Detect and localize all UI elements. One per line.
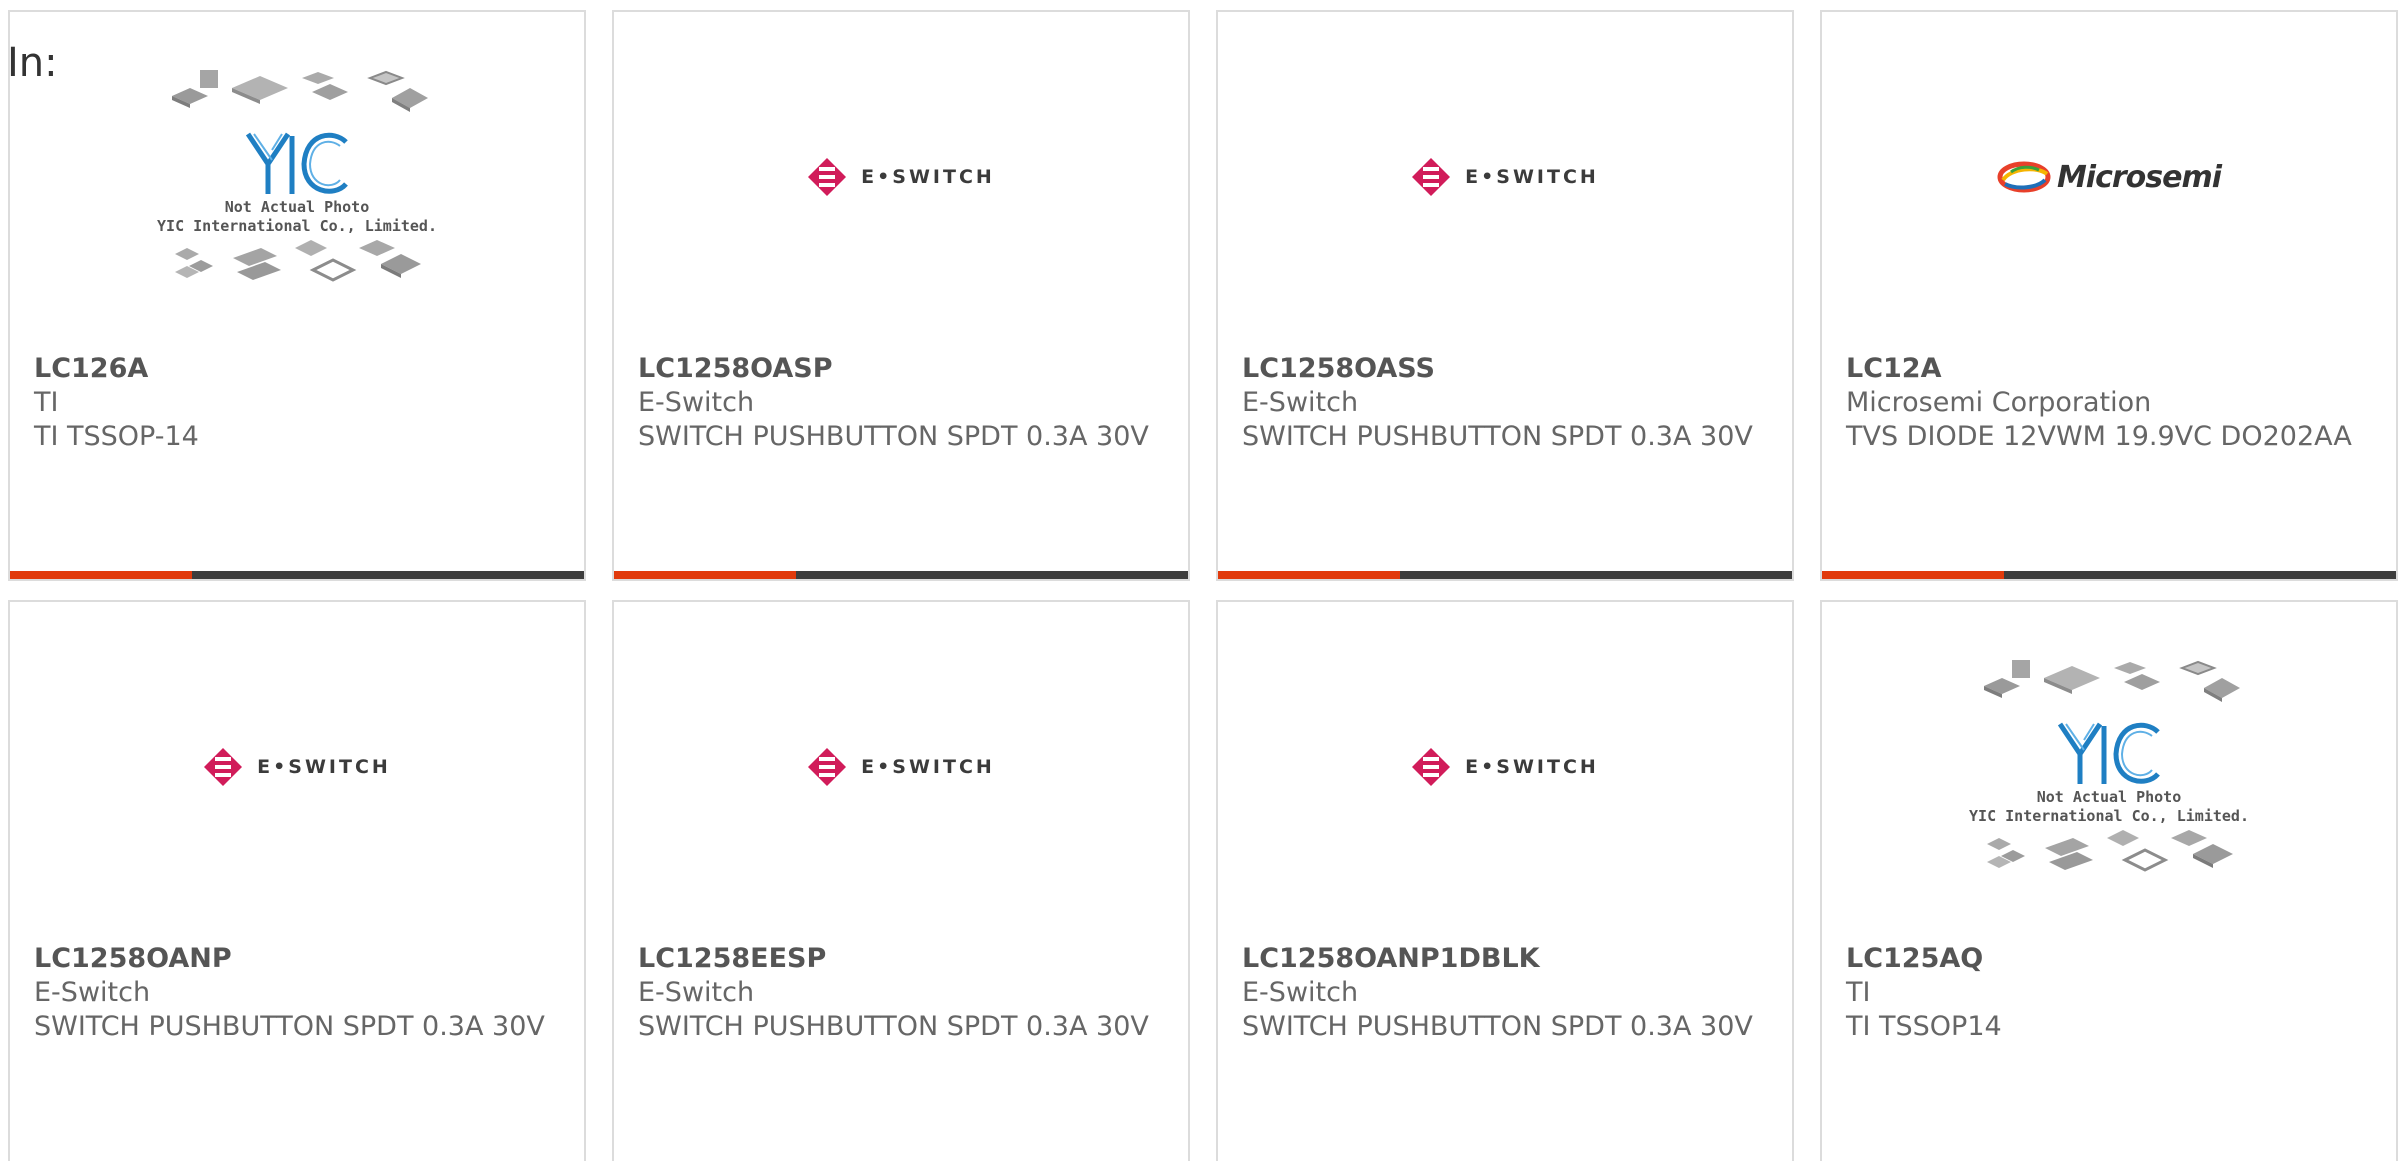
filter-label: In:	[7, 40, 58, 86]
placeholder-line-2: YIC International Co., Limited.	[1969, 807, 2249, 825]
product-image[interactable]: Not Actual Photo YIC International Co., …	[10, 12, 584, 342]
manufacturer: E-Switch	[1242, 977, 1359, 1008]
yic-logo-icon	[2057, 722, 2160, 784]
product-image[interactable]: Microsemi	[1822, 12, 2396, 342]
chip-cluster-top-icon	[1984, 660, 2240, 702]
product-card[interactable]: Microsemi LC12A Microsemi Corporation TV…	[1820, 10, 2398, 581]
placeholder-caption: Not Actual Photo YIC International Co., …	[157, 198, 437, 236]
microsemi-wordmark: Microsemi	[2056, 159, 2222, 195]
description: SWITCH PUSHBUTTON SPDT 0.3A 30V	[638, 421, 1149, 452]
eswitch-logo: E•SWITCH	[807, 747, 995, 787]
eswitch-diamond-icon	[204, 748, 243, 786]
eswitch-diamond-icon	[1412, 748, 1451, 786]
card-footer-accent	[1218, 571, 1400, 579]
eswitch-diamond-icon	[808, 748, 847, 786]
eswitch-wordmark: E•SWITCH	[1465, 166, 1599, 188]
description: TVS DIODE 12VWM 19.9VC DO202AA	[1846, 421, 2352, 452]
eswitch-wordmark: E•SWITCH	[861, 756, 995, 778]
product-info: LC125AQ TI TI TSSOP14	[1846, 942, 2376, 1044]
eswitch-logo: E•SWITCH	[1411, 747, 1599, 787]
product-info: LC1258EESP E-Switch SWITCH PUSHBUTTON SP…	[638, 942, 1168, 1044]
yic-placeholder-image: Not Actual Photo YIC International Co., …	[157, 66, 437, 288]
card-footer-bar	[1218, 571, 1792, 579]
product-image[interactable]: E•SWITCH	[1218, 602, 1792, 932]
chip-cluster-top-icon	[172, 70, 428, 112]
product-info: LC1258OANP E-Switch SWITCH PUSHBUTTON SP…	[34, 942, 564, 1044]
product-card[interactable]: E•SWITCH LC1258OANP1DBLK E-Switch SWITCH…	[1216, 600, 1794, 1161]
eswitch-logo: E•SWITCH	[807, 157, 995, 197]
description: SWITCH PUSHBUTTON SPDT 0.3A 30V	[638, 1011, 1149, 1042]
manufacturer: TI	[1846, 977, 1871, 1008]
card-footer-accent	[1822, 571, 2004, 579]
product-info: LC1258OASP E-Switch SWITCH PUSHBUTTON SP…	[638, 352, 1168, 454]
eswitch-wordmark: E•SWITCH	[861, 166, 995, 188]
product-info: LC12A Microsemi Corporation TVS DIODE 12…	[1846, 352, 2376, 454]
description: SWITCH PUSHBUTTON SPDT 0.3A 30V	[1242, 421, 1753, 452]
eswitch-diamond-icon	[808, 158, 847, 196]
product-card[interactable]: Not Actual Photo YIC International Co., …	[8, 10, 586, 581]
description: SWITCH PUSHBUTTON SPDT 0.3A 30V	[34, 1011, 545, 1042]
product-image[interactable]: E•SWITCH	[614, 12, 1188, 342]
placeholder-line-1: Not Actual Photo	[224, 198, 370, 216]
microsemi-swirl-icon	[1997, 161, 2051, 193]
chip-cluster-bottom-icon	[1987, 830, 2233, 872]
yic-logo-icon	[245, 132, 348, 194]
eswitch-logo: E•SWITCH	[1411, 157, 1599, 197]
product-image[interactable]: E•SWITCH	[1218, 12, 1792, 342]
manufacturer: E-Switch	[1242, 387, 1359, 418]
manufacturer: Microsemi Corporation	[1846, 387, 2152, 418]
product-info: LC1258OASS E-Switch SWITCH PUSHBUTTON SP…	[1242, 352, 1772, 454]
product-card[interactable]: E•SWITCH LC1258OASS E-Switch SWITCH PUSH…	[1216, 10, 1794, 581]
manufacturer: E-Switch	[638, 977, 755, 1008]
part-number[interactable]: LC12A	[1846, 352, 2376, 386]
card-footer-accent	[10, 571, 192, 579]
product-image[interactable]: E•SWITCH	[614, 602, 1188, 932]
yic-placeholder-image: Not Actual Photo YIC International Co., …	[1969, 656, 2249, 878]
eswitch-logo: E•SWITCH	[203, 747, 391, 787]
product-info: LC1258OANP1DBLK E-Switch SWITCH PUSHBUTT…	[1242, 942, 1772, 1044]
product-info: LC126A TI TI TSSOP-14	[34, 352, 564, 454]
eswitch-diamond-icon	[1412, 158, 1451, 196]
placeholder-line-2: YIC International Co., Limited.	[157, 217, 437, 235]
card-footer-bar	[1822, 571, 2396, 579]
part-number[interactable]: LC125AQ	[1846, 942, 2376, 976]
product-image[interactable]: Not Actual Photo YIC International Co., …	[1822, 602, 2396, 932]
microsemi-logo: Microsemi	[1997, 159, 2222, 195]
part-number[interactable]: LC1258OANP1DBLK	[1242, 942, 1772, 976]
placeholder-caption: Not Actual Photo YIC International Co., …	[1969, 788, 2249, 826]
product-card[interactable]: Not Actual Photo YIC International Co., …	[1820, 600, 2398, 1161]
manufacturer: E-Switch	[34, 977, 151, 1008]
product-grid-page: In: Not Actual Photo YIC International C…	[0, 0, 2400, 1161]
placeholder-line-1: Not Actual Photo	[2036, 788, 2182, 806]
part-number[interactable]: LC1258EESP	[638, 942, 1168, 976]
eswitch-wordmark: E•SWITCH	[257, 756, 391, 778]
card-footer-accent	[614, 571, 796, 579]
part-number[interactable]: LC1258OASP	[638, 352, 1168, 386]
manufacturer: E-Switch	[638, 387, 755, 418]
part-number[interactable]: LC126A	[34, 352, 564, 386]
card-footer-bar	[10, 571, 584, 579]
product-card[interactable]: E•SWITCH LC1258EESP E-Switch SWITCH PUSH…	[612, 600, 1190, 1161]
eswitch-wordmark: E•SWITCH	[1465, 756, 1599, 778]
description: TI TSSOP14	[1846, 1011, 2002, 1042]
description: TI TSSOP-14	[34, 421, 199, 452]
description: SWITCH PUSHBUTTON SPDT 0.3A 30V	[1242, 1011, 1753, 1042]
manufacturer: TI	[34, 387, 59, 418]
part-number[interactable]: LC1258OASS	[1242, 352, 1772, 386]
chip-cluster-bottom-icon	[175, 240, 421, 282]
product-card[interactable]: E•SWITCH LC1258OANP E-Switch SWITCH PUSH…	[8, 600, 586, 1161]
product-card[interactable]: E•SWITCH LC1258OASP E-Switch SWITCH PUSH…	[612, 10, 1190, 581]
part-number[interactable]: LC1258OANP	[34, 942, 564, 976]
card-footer-bar	[614, 571, 1188, 579]
product-image[interactable]: E•SWITCH	[10, 602, 584, 932]
